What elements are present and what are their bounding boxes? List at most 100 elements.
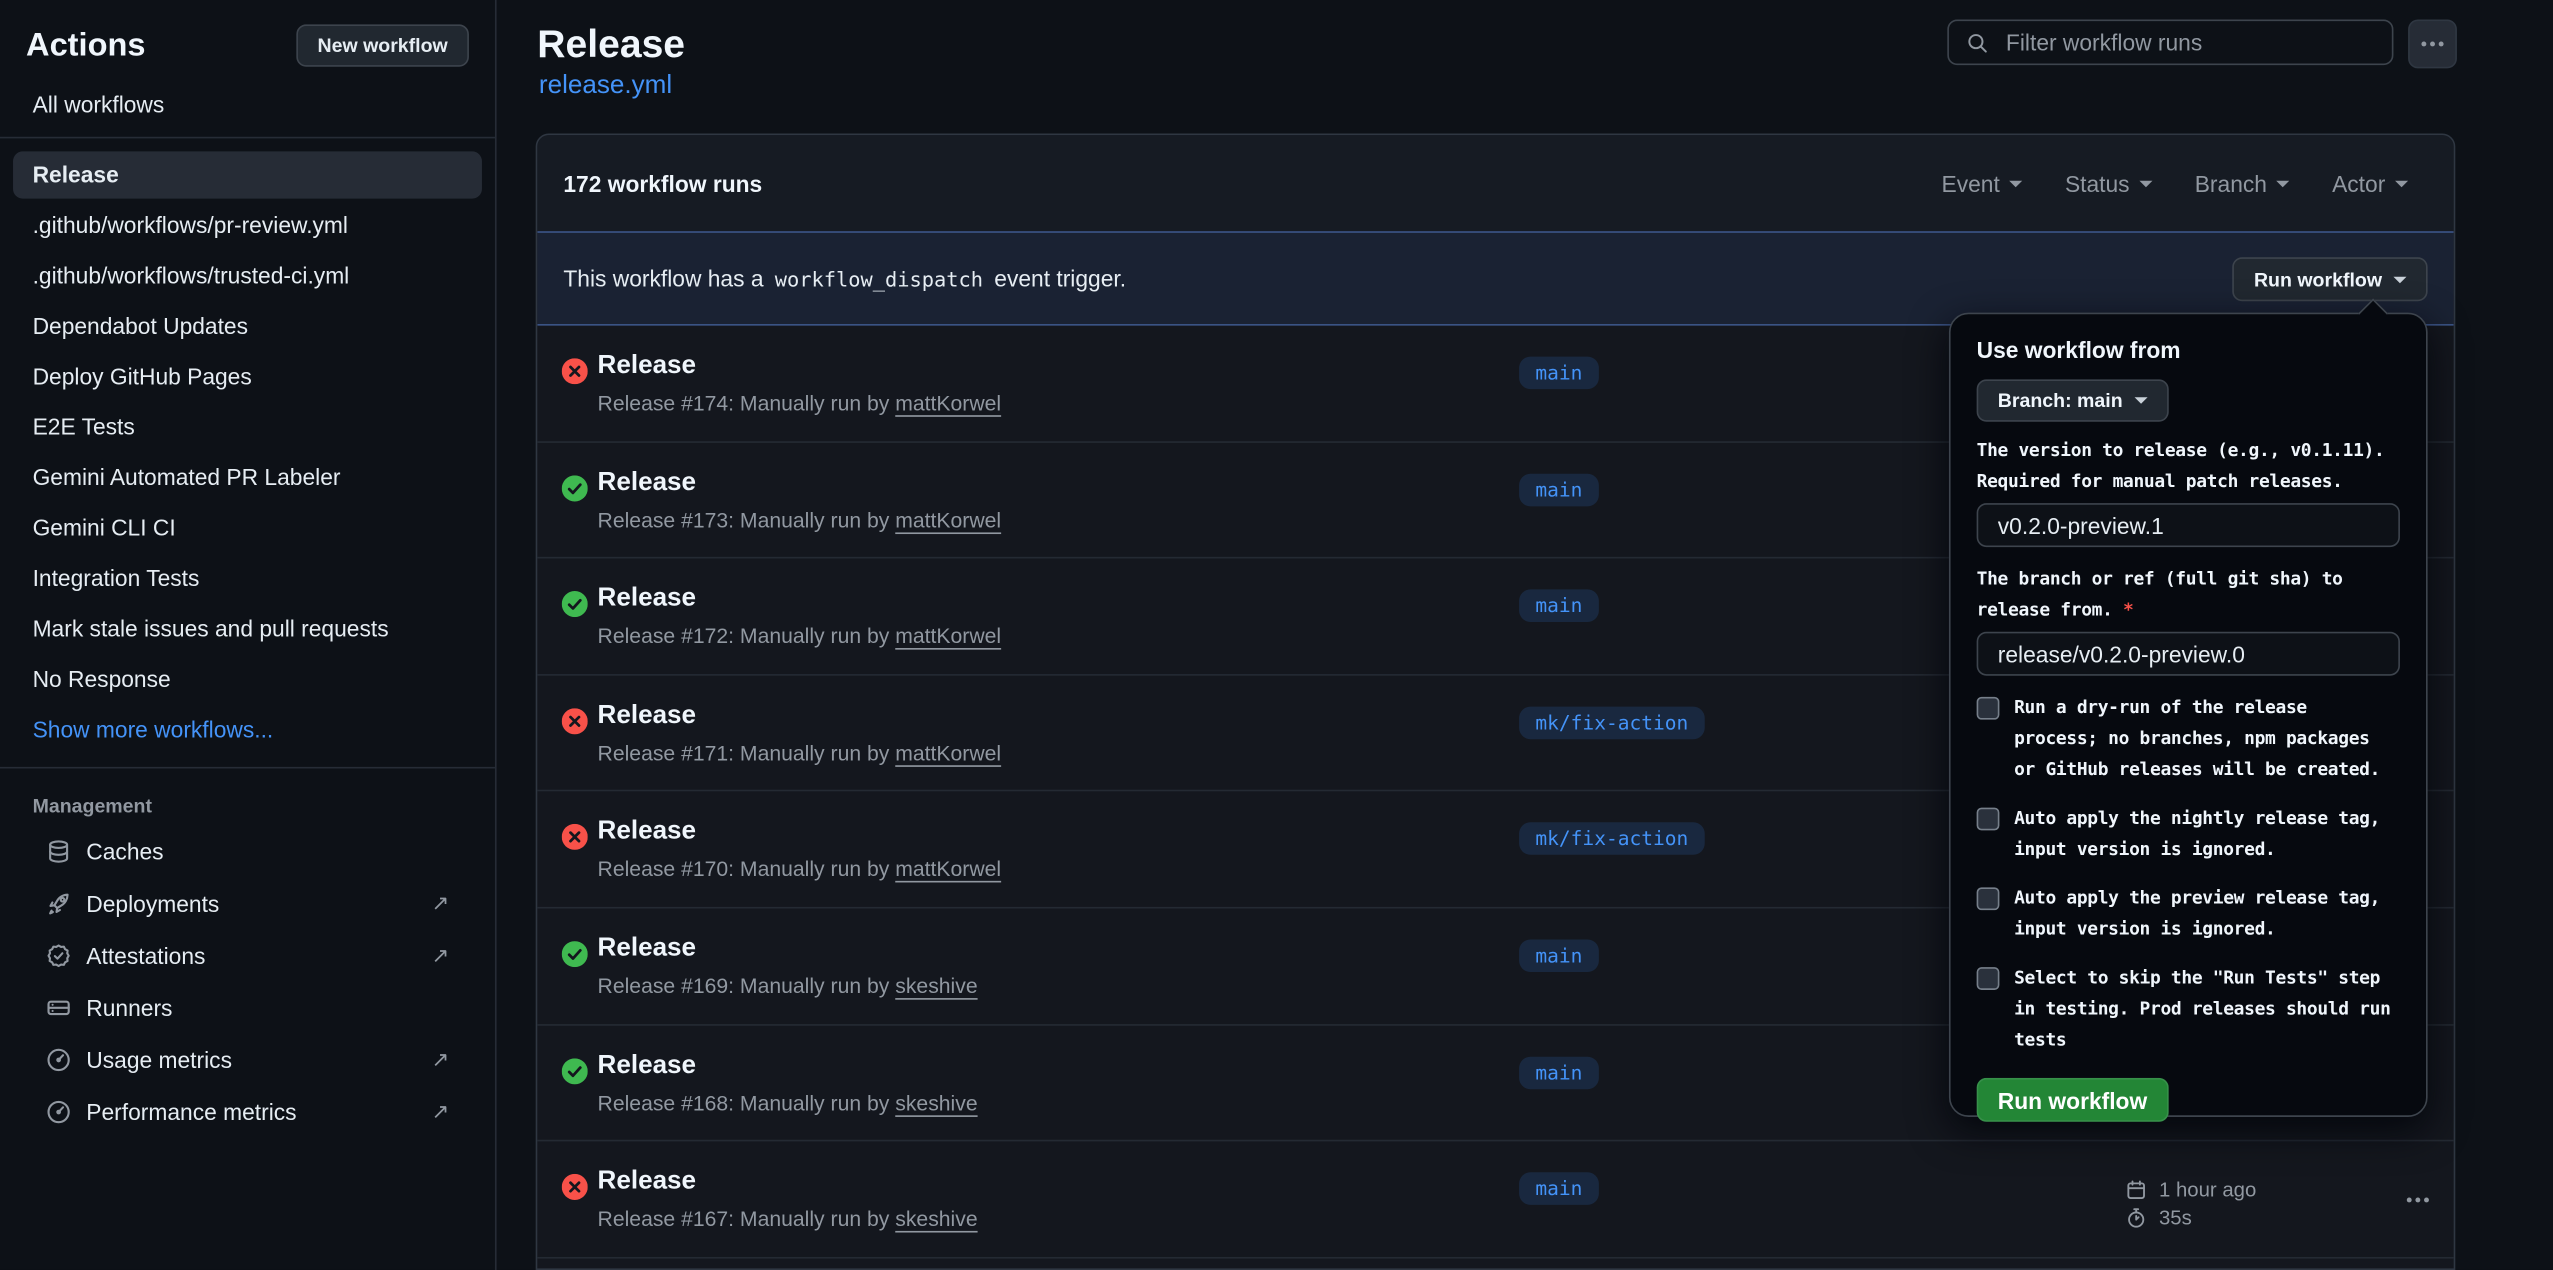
version-input[interactable]: [1977, 503, 2400, 547]
new-workflow-button[interactable]: New workflow: [296, 24, 469, 66]
actor-link[interactable]: mattKorwel: [895, 507, 1001, 531]
filter-actor-dropdown[interactable]: Actor: [2332, 170, 2408, 196]
run-title-link[interactable]: Release: [598, 468, 697, 496]
sidebar-item-attestations[interactable]: Attestations ↗: [26, 931, 469, 980]
workflow-options-kebab-button[interactable]: [2408, 20, 2457, 69]
sidebar-item-no-response[interactable]: No Response: [13, 656, 482, 703]
workflow-dispatch-banner: This workflow has a workflow_dispatch ev…: [537, 231, 2453, 325]
checkbox-label: Auto apply the preview release tag, inpu…: [2014, 882, 2380, 944]
server-icon: [46, 995, 72, 1021]
sidebar-item-deployments[interactable]: Deployments ↗: [26, 879, 469, 928]
external-link-arrow-icon: ↗: [432, 938, 450, 974]
run-title-link[interactable]: Release: [598, 935, 697, 963]
branch-badge[interactable]: main: [1519, 939, 1599, 972]
actor-link[interactable]: mattKorwel: [895, 740, 1001, 764]
check-circle-icon: [562, 941, 588, 967]
check-circle-icon: [562, 475, 588, 501]
popover-title: Use workflow from: [1977, 337, 2400, 363]
branch-badge[interactable]: main: [1519, 473, 1599, 506]
x-circle-icon: [562, 824, 588, 850]
run-count-label: 172 workflow runs: [563, 170, 762, 196]
x-circle-icon: [562, 1174, 588, 1200]
sidebar-item-deploy-github-pages[interactable]: Deploy GitHub Pages: [13, 353, 482, 400]
checkbox-label: Auto apply the nightly release tag, inpu…: [2014, 803, 2380, 865]
sidebar-item-e2e-tests[interactable]: E2E Tests: [13, 404, 482, 451]
verified-icon: [46, 943, 72, 969]
sidebar-item-all-workflows[interactable]: All workflows: [13, 85, 482, 124]
chevron-down-icon: [2393, 276, 2406, 283]
sidebar-item-dependabot-updates[interactable]: Dependabot Updates: [13, 303, 482, 350]
branch-badge[interactable]: main: [1519, 1056, 1599, 1089]
management-list: Caches Deployments ↗ Attestations ↗ Runn…: [13, 827, 482, 1136]
checkbox-label: Run a dry-run of the release process; no…: [2014, 692, 2380, 785]
sidebar-divider: [0, 767, 495, 769]
popover-checkbox-list: Run a dry-run of the release process; no…: [1977, 692, 2400, 1055]
run-workflow-dropdown-button[interactable]: Run workflow: [2233, 257, 2428, 301]
checkbox-label: Select to skip the "Run Tests" step in t…: [2014, 962, 2390, 1055]
show-more-workflows-link[interactable]: Show more workflows...: [13, 707, 482, 754]
actor-link[interactable]: mattKorwel: [895, 624, 1001, 648]
checkbox[interactable]: [1977, 887, 2000, 910]
search-icon: [1965, 30, 1989, 54]
check-circle-icon: [562, 591, 588, 617]
workflow-run-row[interactable]: Release Release #167: Manually run by sk…: [537, 1142, 2453, 1259]
sidebar-item-release[interactable]: Release: [13, 151, 482, 198]
rocket-icon: [46, 891, 72, 917]
sidebar-item-performance-metrics[interactable]: Performance metrics ↗: [26, 1088, 469, 1137]
run-title-link[interactable]: Release: [598, 585, 697, 613]
external-link-arrow-icon: ↗: [432, 1042, 450, 1078]
checkbox[interactable]: [1977, 808, 2000, 831]
actor-link[interactable]: skeshive: [895, 1207, 977, 1231]
chevron-down-icon: [2395, 180, 2408, 187]
sidebar-item-github-workflows-trusted-ci-yml[interactable]: .github/workflows/trusted-ci.yml: [13, 252, 482, 299]
run-duration: 35s: [2159, 1206, 2192, 1229]
run-title-link[interactable]: Release: [598, 352, 697, 380]
filter-workflow-runs-input[interactable]: [2003, 28, 2376, 57]
banner-text: event trigger.: [988, 265, 1126, 291]
filter-event-dropdown[interactable]: Event: [1942, 170, 2023, 196]
run-workflow-submit-button[interactable]: Run workflow: [1977, 1078, 2169, 1122]
version-input-label: The version to release (e.g., v0.1.11). …: [1977, 435, 2400, 497]
sidebar-item-github-workflows-pr-review-yml[interactable]: .github/workflows/pr-review.yml: [13, 202, 482, 249]
actor-link[interactable]: skeshive: [895, 1090, 977, 1114]
branch-select-button[interactable]: Branch: main: [1977, 379, 2169, 421]
meter-icon: [46, 1047, 72, 1073]
sidebar-item-runners[interactable]: Runners: [26, 983, 469, 1032]
run-title-link[interactable]: Release: [598, 1168, 697, 1196]
branch-badge[interactable]: mk/fix-action: [1519, 706, 1704, 739]
filter-workflow-runs-box: [1947, 20, 2393, 66]
sidebar-item-integration-tests[interactable]: Integration Tests: [13, 555, 482, 602]
meter-icon: [46, 1099, 72, 1125]
branch-badge[interactable]: mk/fix-action: [1519, 823, 1704, 856]
run-meta: 1 hour ago 35s: [2125, 1176, 2257, 1231]
sidebar-item-gemini-automated-pr-labeler[interactable]: Gemini Automated PR Labeler: [13, 454, 482, 501]
sidebar-item-mark-stale-issues-and-pull-requests[interactable]: Mark stale issues and pull requests: [13, 606, 482, 653]
checkbox[interactable]: [1977, 967, 2000, 990]
branch-badge[interactable]: main: [1519, 1173, 1599, 1206]
run-title-link[interactable]: Release: [598, 1051, 697, 1079]
sidebar-title: Actions: [26, 27, 145, 64]
sidebar-divider: [0, 137, 495, 139]
branch-badge[interactable]: main: [1519, 590, 1599, 623]
sidebar-item-gemini-cli-ci[interactable]: Gemini CLI CI: [13, 505, 482, 552]
run-options-kebab-button[interactable]: [2405, 1187, 2431, 1213]
required-asterisk: *: [2123, 599, 2133, 620]
filter-status-dropdown[interactable]: Status: [2065, 170, 2152, 196]
sidebar-item-usage-metrics[interactable]: Usage metrics ↗: [26, 1036, 469, 1085]
actor-link[interactable]: mattKorwel: [895, 391, 1001, 415]
popover-checkbox-row: Auto apply the preview release tag, inpu…: [1977, 882, 2400, 944]
branch-badge[interactable]: main: [1519, 357, 1599, 390]
actor-link[interactable]: skeshive: [895, 974, 977, 998]
calendar-icon: [2125, 1178, 2148, 1201]
stopwatch-icon: [2125, 1206, 2148, 1229]
actor-link[interactable]: mattKorwel: [895, 857, 1001, 881]
run-title-link[interactable]: Release: [598, 818, 697, 846]
sidebar-item-caches[interactable]: Caches: [26, 827, 469, 876]
x-circle-icon: [562, 358, 588, 384]
workflow-file-link[interactable]: release.yml: [539, 72, 672, 101]
chevron-down-icon: [2277, 180, 2290, 187]
filter-branch-dropdown[interactable]: Branch: [2195, 170, 2290, 196]
checkbox[interactable]: [1977, 697, 2000, 720]
run-title-link[interactable]: Release: [598, 701, 697, 729]
ref-input[interactable]: [1977, 632, 2400, 676]
